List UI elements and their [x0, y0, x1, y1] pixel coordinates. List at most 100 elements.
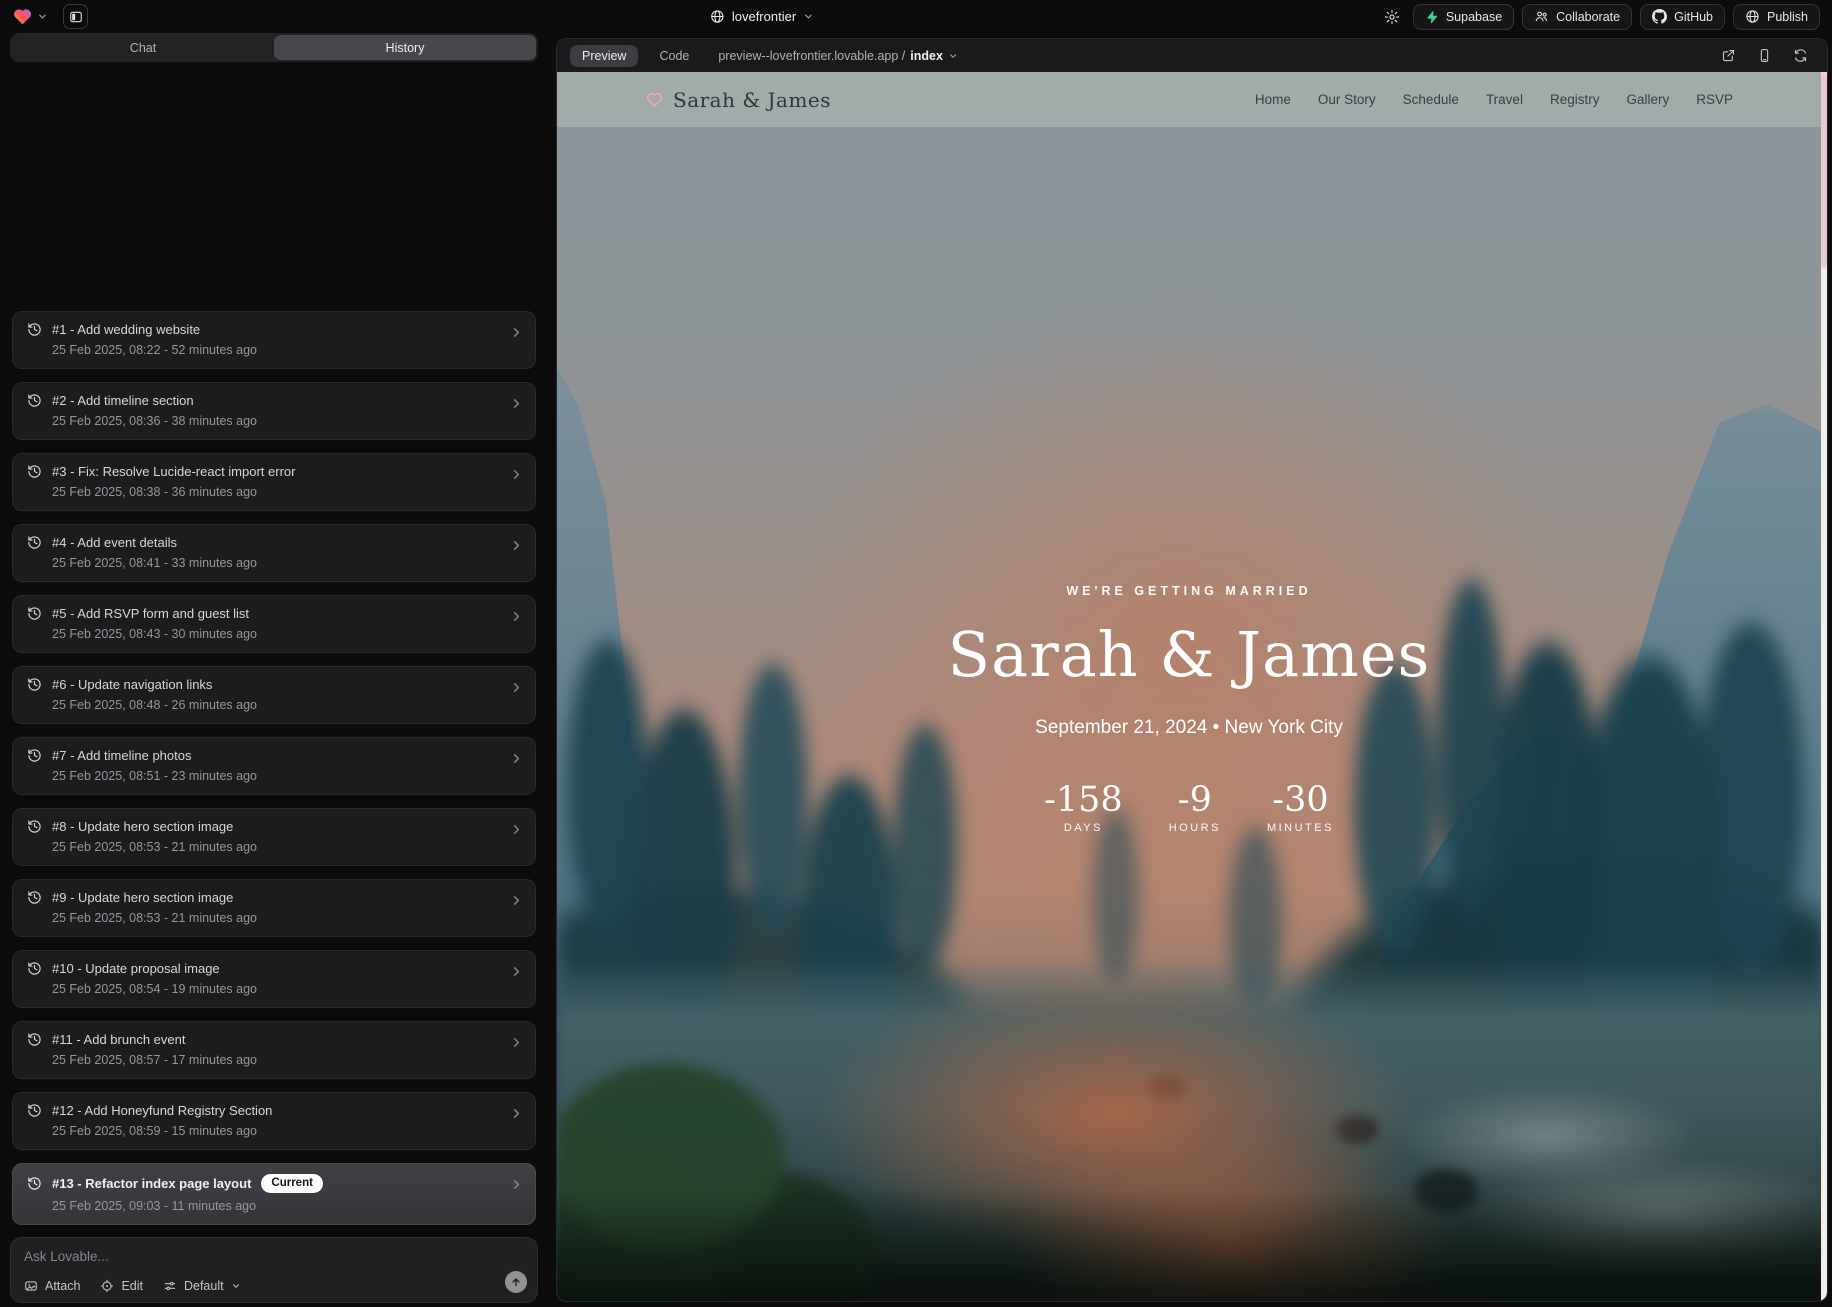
send-button[interactable]	[505, 1271, 527, 1293]
chevron-down-icon	[803, 11, 814, 22]
history-icon	[27, 677, 42, 692]
project-name: lovefrontier	[732, 9, 796, 24]
heart-icon	[645, 90, 664, 109]
lovable-heart-icon	[12, 6, 33, 27]
nav-link-gallery[interactable]: Gallery	[1626, 92, 1669, 107]
history-item[interactable]: #6 - Update navigation links 25 Feb 2025…	[12, 666, 536, 724]
edit-select-button[interactable]: Edit	[100, 1279, 143, 1293]
history-icon	[27, 819, 42, 834]
chevron-right-icon	[509, 893, 524, 908]
history-icon	[27, 464, 42, 479]
preview-url-selector[interactable]: preview--lovefrontier.lovable.app / inde…	[718, 49, 958, 63]
history-item[interactable]: #1 - Add wedding website 25 Feb 2025, 08…	[12, 311, 536, 369]
chevron-right-icon	[509, 680, 524, 695]
tab-preview[interactable]: Preview	[570, 45, 638, 67]
github-icon	[1652, 9, 1667, 24]
preview-toolbar: Preview Code preview--lovefrontier.lovab…	[557, 39, 1827, 72]
chevron-right-icon	[509, 396, 524, 411]
chevron-right-icon	[509, 1106, 524, 1121]
sidebar: Chat History #1 - Add wedding website 25…	[4, 33, 544, 1303]
site-viewport: Sarah & James Home Our Story Schedule Tr…	[557, 72, 1827, 1301]
publish-button[interactable]: Publish	[1733, 4, 1820, 30]
mobile-view-icon[interactable]	[1757, 48, 1772, 63]
history-icon	[27, 393, 42, 408]
nav-link-registry[interactable]: Registry	[1550, 92, 1600, 107]
preview-panel: Preview Code preview--lovefrontier.lovab…	[556, 38, 1828, 1302]
history-item[interactable]: #10 - Update proposal image 25 Feb 2025,…	[12, 950, 536, 1008]
history-item[interactable]: #4 - Add event details 25 Feb 2025, 08:4…	[12, 524, 536, 582]
gear-icon	[1384, 9, 1400, 25]
globe-icon	[1745, 9, 1760, 24]
chevron-right-icon	[509, 538, 524, 553]
site-scrollbar	[1821, 72, 1827, 1301]
prompt-input[interactable]	[24, 1249, 424, 1264]
lovable-logo-menu[interactable]	[12, 6, 48, 27]
chevron-right-icon	[509, 467, 524, 482]
history-item[interactable]: #5 - Add RSVP form and guest list 25 Feb…	[12, 595, 536, 653]
globe-icon	[710, 9, 725, 24]
history-icon	[27, 961, 42, 976]
site-scrollbar-thumb[interactable]	[1821, 72, 1827, 268]
prompt-composer: Attach Edit Default	[10, 1237, 538, 1303]
history-item[interactable]: #3 - Fix: Resolve Lucide-react import er…	[12, 453, 536, 511]
sidebar-toggle-button[interactable]	[63, 4, 88, 29]
supabase-icon	[1425, 10, 1439, 24]
history-icon	[27, 1032, 42, 1047]
history-icon	[27, 1103, 42, 1118]
chevron-down-icon	[37, 11, 48, 22]
chevron-right-icon	[509, 822, 524, 837]
nav-link-schedule[interactable]: Schedule	[1403, 92, 1459, 107]
chevron-right-icon	[509, 1177, 524, 1192]
open-in-new-tab-icon[interactable]	[1721, 48, 1736, 63]
history-icon	[27, 535, 42, 550]
chat-history-tabs: Chat History	[10, 33, 538, 62]
countdown-minutes: -30 MINUTES	[1267, 783, 1334, 834]
history-item[interactable]: #12 - Add Honeyfund Registry Section 25 …	[12, 1092, 536, 1150]
attach-button[interactable]: Attach	[24, 1279, 80, 1293]
nav-link-rsvp[interactable]: RSVP	[1696, 92, 1733, 107]
supabase-button[interactable]: Supabase	[1413, 4, 1514, 30]
preview-page: index	[910, 49, 943, 63]
history-list: #1 - Add wedding website 25 Feb 2025, 08…	[10, 62, 538, 1237]
history-item[interactable]: #11 - Add brunch event 25 Feb 2025, 08:5…	[12, 1021, 536, 1079]
tab-chat[interactable]: Chat	[12, 35, 274, 60]
history-item[interactable]: #7 - Add timeline photos 25 Feb 2025, 08…	[12, 737, 536, 795]
site-nav: Home Our Story Schedule Travel Registry …	[1255, 92, 1733, 107]
sliders-icon	[163, 1279, 177, 1293]
users-icon	[1534, 9, 1549, 24]
github-button[interactable]: GitHub	[1640, 4, 1725, 30]
countdown: -158 DAYS -9 HOURS -30 MINUTES	[557, 783, 1821, 834]
tab-history[interactable]: History	[274, 35, 536, 60]
chevron-right-icon	[509, 609, 524, 624]
countdown-days: -158 DAYS	[1044, 783, 1123, 834]
panel-left-icon	[69, 10, 83, 24]
hero-eyebrow: WE'RE GETTING MARRIED	[557, 584, 1821, 598]
nav-link-home[interactable]: Home	[1255, 92, 1291, 107]
hero-content: WE'RE GETTING MARRIED Sarah & James Sept…	[557, 584, 1821, 834]
tab-code[interactable]: Code	[651, 45, 697, 67]
history-item-current[interactable]: #13 - Refactor index page layoutCurrent …	[12, 1163, 536, 1225]
chevron-right-icon	[509, 751, 524, 766]
history-item[interactable]: #2 - Add timeline section 25 Feb 2025, 0…	[12, 382, 536, 440]
history-item[interactable]: #9 - Update hero section image 25 Feb 20…	[12, 879, 536, 937]
collaborate-button[interactable]: Collaborate	[1522, 4, 1632, 30]
target-icon	[100, 1279, 114, 1293]
countdown-hours: -9 HOURS	[1169, 783, 1221, 834]
arrow-up-icon	[510, 1276, 522, 1288]
chevron-right-icon	[509, 1035, 524, 1050]
refresh-icon[interactable]	[1793, 48, 1808, 63]
nav-link-our-story[interactable]: Our Story	[1318, 92, 1376, 107]
mode-selector[interactable]: Default	[163, 1279, 241, 1293]
history-icon	[27, 322, 42, 337]
current-badge: Current	[261, 1174, 323, 1193]
settings-button[interactable]	[1379, 4, 1405, 30]
chevron-right-icon	[509, 325, 524, 340]
history-item[interactable]: #8 - Update hero section image 25 Feb 20…	[12, 808, 536, 866]
history-icon	[27, 748, 42, 763]
top-bar: lovefrontier Supabase Collaborate GitHub…	[0, 0, 1832, 33]
nav-link-travel[interactable]: Travel	[1486, 92, 1523, 107]
chevron-down-icon	[231, 1281, 241, 1291]
project-selector[interactable]: lovefrontier	[710, 0, 814, 33]
site-brand[interactable]: Sarah & James	[645, 88, 831, 112]
chevron-right-icon	[509, 964, 524, 979]
